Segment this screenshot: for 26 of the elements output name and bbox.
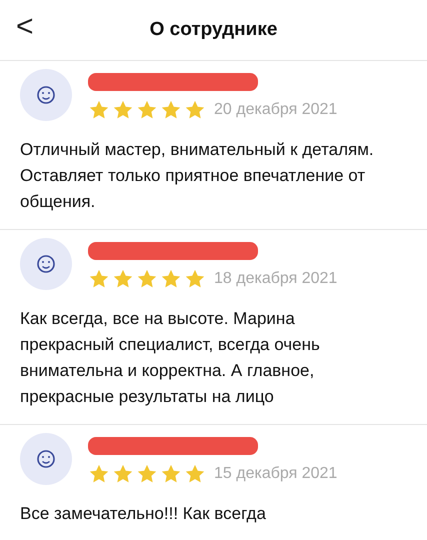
back-button[interactable]: <	[16, 10, 34, 44]
review-date: 20 декабря 2021	[214, 101, 338, 119]
star-icon	[88, 99, 110, 121]
star-icon	[112, 463, 134, 485]
avatar-icon	[20, 238, 72, 290]
review-text: Как всегда, все на высоте. Марина прекрасный специалист, всегда очень внимательна и корректна. А главное, прекрасные результаты на лицо	[20, 308, 321, 408]
star-icon	[160, 268, 182, 290]
review-date: 18 декабря 2021	[214, 270, 338, 288]
page-title: О сотруднике	[150, 19, 278, 41]
star-icon	[112, 268, 134, 290]
star-icon	[112, 99, 134, 121]
star-icon	[160, 99, 182, 121]
star-icon	[184, 268, 206, 290]
star-icon	[136, 268, 158, 290]
review-date: 15 декабря 2021	[214, 465, 338, 483]
star-icon	[160, 463, 182, 485]
star-icon	[184, 463, 206, 485]
review-text: Отличный мастер, внимательный к деталям. Оставляет только приятное впечатление от общения.	[20, 139, 375, 213]
star-icon	[184, 99, 206, 121]
star-icon	[136, 99, 158, 121]
review-text: Все замечательно!!! Как всегда	[20, 503, 267, 525]
avatar-icon	[20, 433, 72, 485]
star-icon	[88, 268, 110, 290]
star-icon	[88, 463, 110, 485]
star-icon	[136, 463, 158, 485]
avatar-icon	[20, 69, 72, 121]
